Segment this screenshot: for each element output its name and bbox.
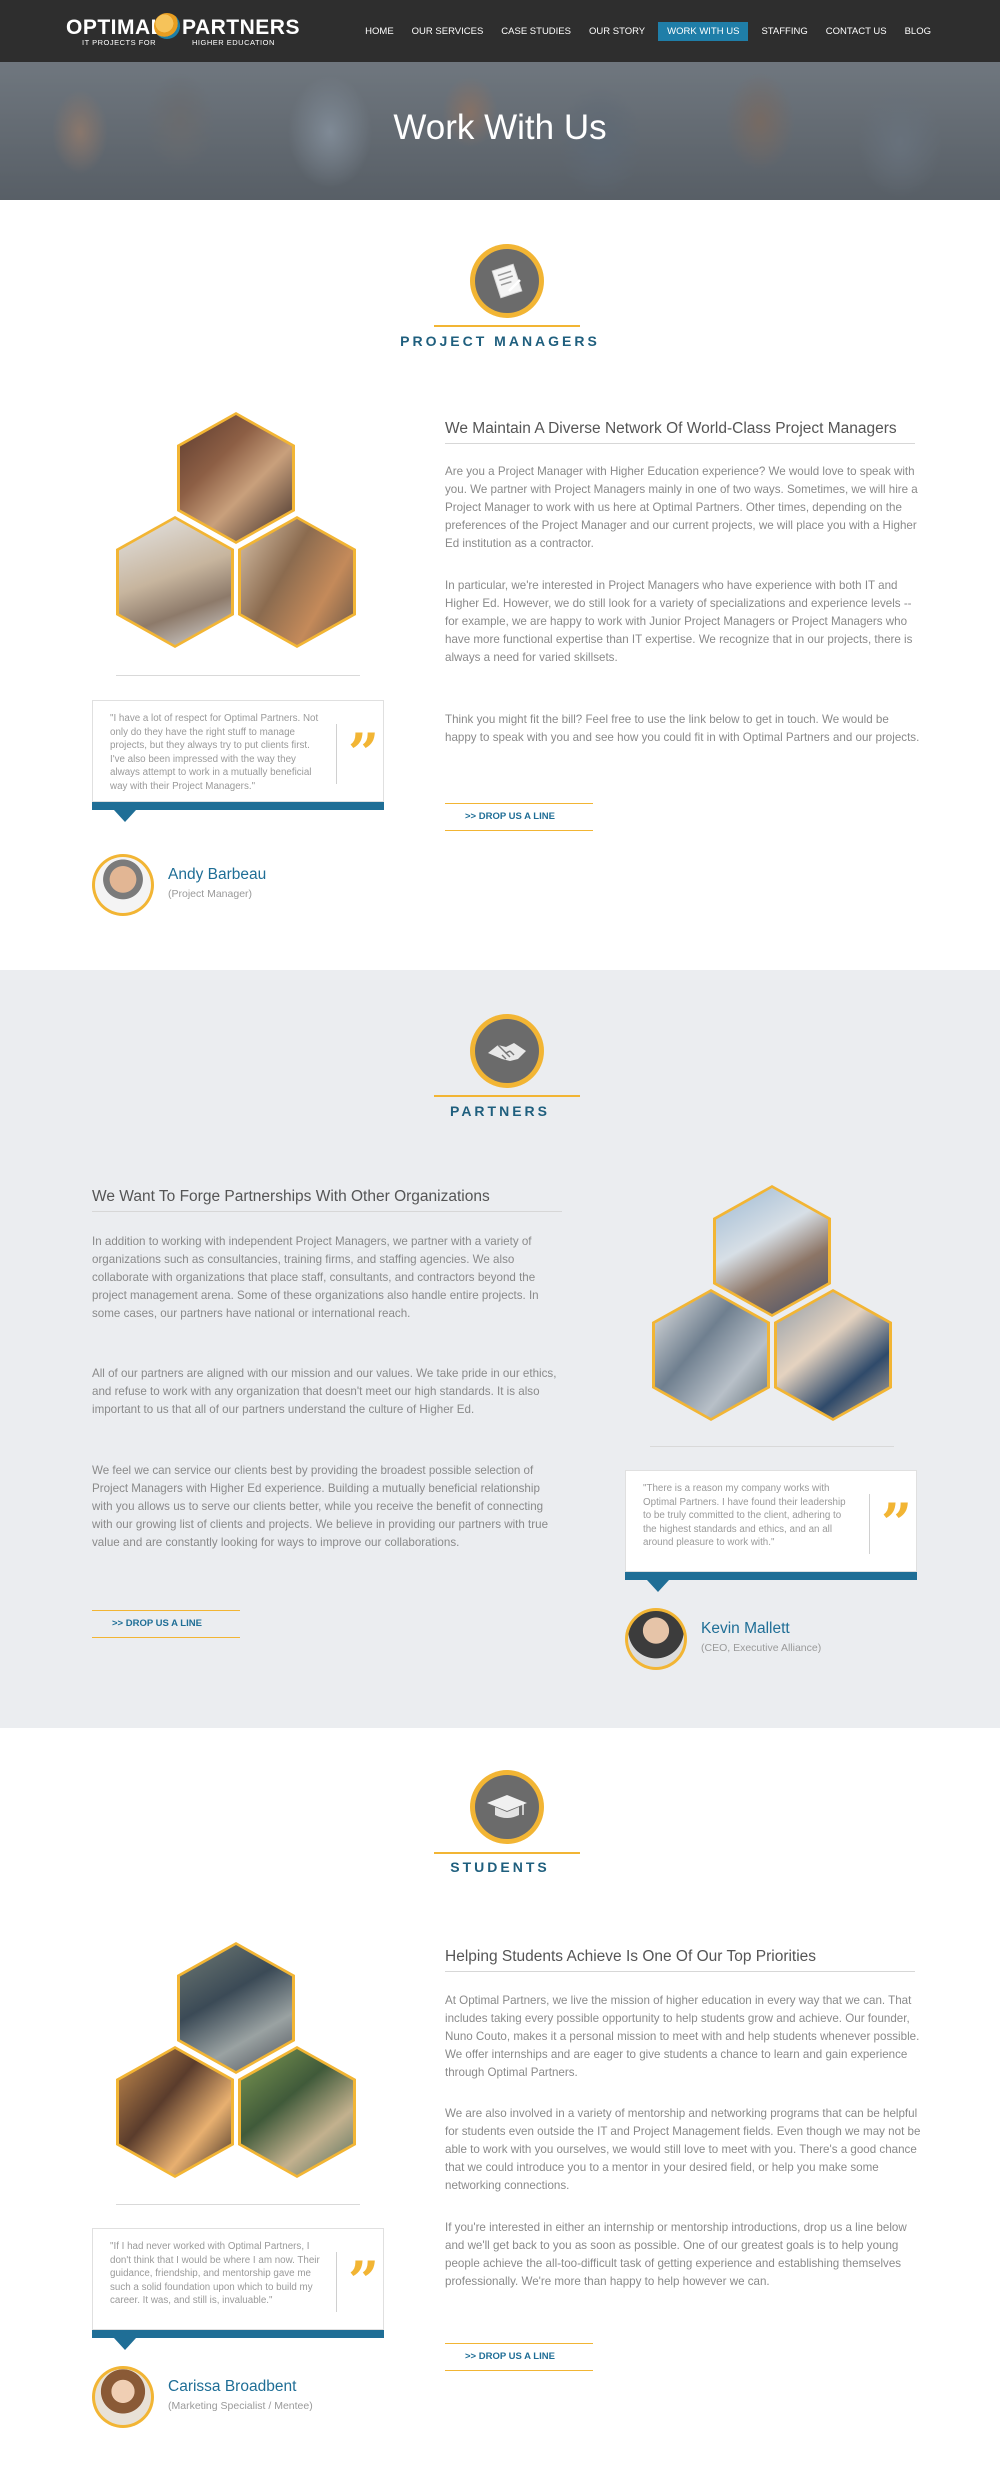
photo-businessman bbox=[777, 1292, 889, 1418]
collage-divider bbox=[116, 2204, 360, 2205]
section-badge bbox=[470, 1770, 544, 1844]
testimonial-card: "I have a lot of respect for Optimal Par… bbox=[92, 700, 384, 822]
nav-blog[interactable]: BLOG bbox=[896, 22, 940, 41]
site-header: OPTIMAL PARTNERS IT PROJECTS FOR HIGHER … bbox=[0, 0, 1000, 62]
quote-mark-icon: ” bbox=[348, 721, 380, 785]
paragraph: All of our partners are aligned with our… bbox=[92, 1367, 557, 1416]
nav-our-story[interactable]: OUR STORY bbox=[580, 22, 654, 41]
photo-team-reviewing bbox=[180, 415, 292, 541]
logo-tagline-1: IT PROJECTS FOR bbox=[82, 38, 157, 47]
author-role: (CEO, Executive Alliance) bbox=[701, 1642, 822, 1654]
nav-our-services[interactable]: OUR SERVICES bbox=[403, 22, 493, 41]
partners-section: PARTNERS We Want To Forge Partnerships W… bbox=[0, 970, 1000, 1728]
avatar bbox=[92, 2366, 154, 2428]
paragraph: In addition to working with independent … bbox=[92, 1235, 539, 1320]
drop-us-a-line-button[interactable]: >> DROP US A LINE bbox=[92, 1610, 240, 1638]
handshake-icon bbox=[488, 1043, 526, 1061]
page-title: Work With Us bbox=[393, 108, 607, 147]
section-heading: We Want To Forge Partnerships With Other… bbox=[92, 1188, 490, 1205]
testimonial-quote: "I have a lot of respect for Optimal Par… bbox=[110, 713, 319, 792]
author-role: (Project Manager) bbox=[168, 888, 253, 900]
project-managers-section: PROJECT MANAGERS "I have a lot of respec… bbox=[0, 200, 1000, 970]
paragraph: In particular, we're interested in Proje… bbox=[445, 579, 913, 664]
testimonial-author: Andy Barbeau (Project Manager) bbox=[92, 854, 352, 918]
hero-banner: Work With Us bbox=[0, 62, 1000, 200]
author-name: Carissa Broadbent bbox=[168, 2378, 297, 2395]
testimonial-author: Carissa Broadbent (Marketing Specialist … bbox=[92, 2366, 392, 2430]
globe-icon bbox=[154, 13, 180, 39]
author-name: Kevin Mallett bbox=[701, 1620, 790, 1637]
drop-us-a-line-button[interactable]: >> DROP US A LINE bbox=[445, 803, 593, 831]
testimonial-card: "There is a reason my company works with… bbox=[625, 1470, 917, 1592]
main-nav: HOME OUR SERVICES CASE STUDIES OUR STORY… bbox=[356, 22, 940, 41]
hex-photo-collage bbox=[650, 1185, 892, 1425]
nav-contact-us[interactable]: CONTACT US bbox=[817, 22, 896, 41]
author-name: Andy Barbeau bbox=[168, 866, 267, 883]
section-rule bbox=[434, 1852, 580, 1854]
quote-mark-icon: ” bbox=[348, 2249, 380, 2313]
paragraph: If you're interested in either an intern… bbox=[445, 2221, 907, 2288]
avatar bbox=[92, 854, 154, 916]
photo-study-group bbox=[241, 2049, 353, 2175]
paragraph: We feel we can service our clients best … bbox=[92, 1464, 549, 1549]
photo-office-work bbox=[655, 1292, 767, 1418]
photo-library bbox=[180, 1945, 292, 2071]
section-heading: We Maintain A Diverse Network Of World-C… bbox=[445, 420, 897, 437]
nav-case-studies[interactable]: CASE STUDIES bbox=[492, 22, 580, 41]
section-heading: Helping Students Achieve Is One Of Our T… bbox=[445, 1948, 817, 1965]
section-title: PROJECT MANAGERS bbox=[400, 333, 600, 349]
nav-staffing[interactable]: STAFFING bbox=[752, 22, 816, 41]
students-section: STUDENTS "If I had never worked with Opt… bbox=[0, 1728, 1000, 2479]
nav-work-with-us[interactable]: WORK WITH US bbox=[658, 22, 749, 41]
photo-handshake bbox=[716, 1188, 828, 1314]
photo-presentation bbox=[119, 519, 231, 645]
document-icon bbox=[491, 263, 523, 299]
hex-photo-collage bbox=[116, 412, 356, 652]
testimonial-author: Kevin Mallett (CEO, Executive Alliance) bbox=[625, 1608, 885, 1672]
graduation-cap-icon bbox=[487, 1795, 527, 1818]
nav-home[interactable]: HOME bbox=[356, 22, 403, 41]
logo-tagline-2: HIGHER EDUCATION bbox=[192, 38, 275, 47]
testimonial-quote: "If I had never worked with Optimal Part… bbox=[110, 2241, 320, 2307]
section-badge bbox=[470, 244, 544, 318]
author-role: (Marketing Specialist / Mentee) bbox=[168, 2400, 313, 2412]
photo-meeting bbox=[241, 519, 353, 645]
section-title: STUDENTS bbox=[450, 1859, 550, 1875]
hex-photo-collage bbox=[116, 1942, 356, 2182]
section-rule bbox=[434, 1095, 580, 1097]
site-logo[interactable]: OPTIMAL PARTNERS IT PROJECTS FOR HIGHER … bbox=[66, 10, 299, 50]
testimonial-quote: "There is a reason my company works with… bbox=[643, 1483, 846, 1549]
paragraph: We are also involved in a variety of men… bbox=[445, 2107, 921, 2192]
section-badge bbox=[470, 1014, 544, 1088]
section-title: PARTNERS bbox=[450, 1103, 550, 1119]
collage-divider bbox=[650, 1446, 894, 1447]
paragraph: At Optimal Partners, we live the mission… bbox=[445, 1994, 920, 2079]
quote-mark-icon: ” bbox=[881, 1491, 913, 1555]
avatar bbox=[625, 1608, 687, 1670]
logo-word-optimal: OPTIMAL bbox=[66, 16, 164, 39]
paragraph: Think you might fit the bill? Feel free … bbox=[445, 713, 920, 744]
paragraph: Are you a Project Manager with Higher Ed… bbox=[445, 465, 918, 550]
section-rule bbox=[434, 325, 580, 327]
testimonial-card: "If I had never worked with Optimal Part… bbox=[92, 2228, 384, 2350]
collage-divider bbox=[116, 675, 360, 676]
photo-smiling-student bbox=[119, 2049, 231, 2175]
drop-us-a-line-button[interactable]: >> DROP US A LINE bbox=[445, 2343, 593, 2371]
logo-word-partners: PARTNERS bbox=[182, 16, 300, 39]
